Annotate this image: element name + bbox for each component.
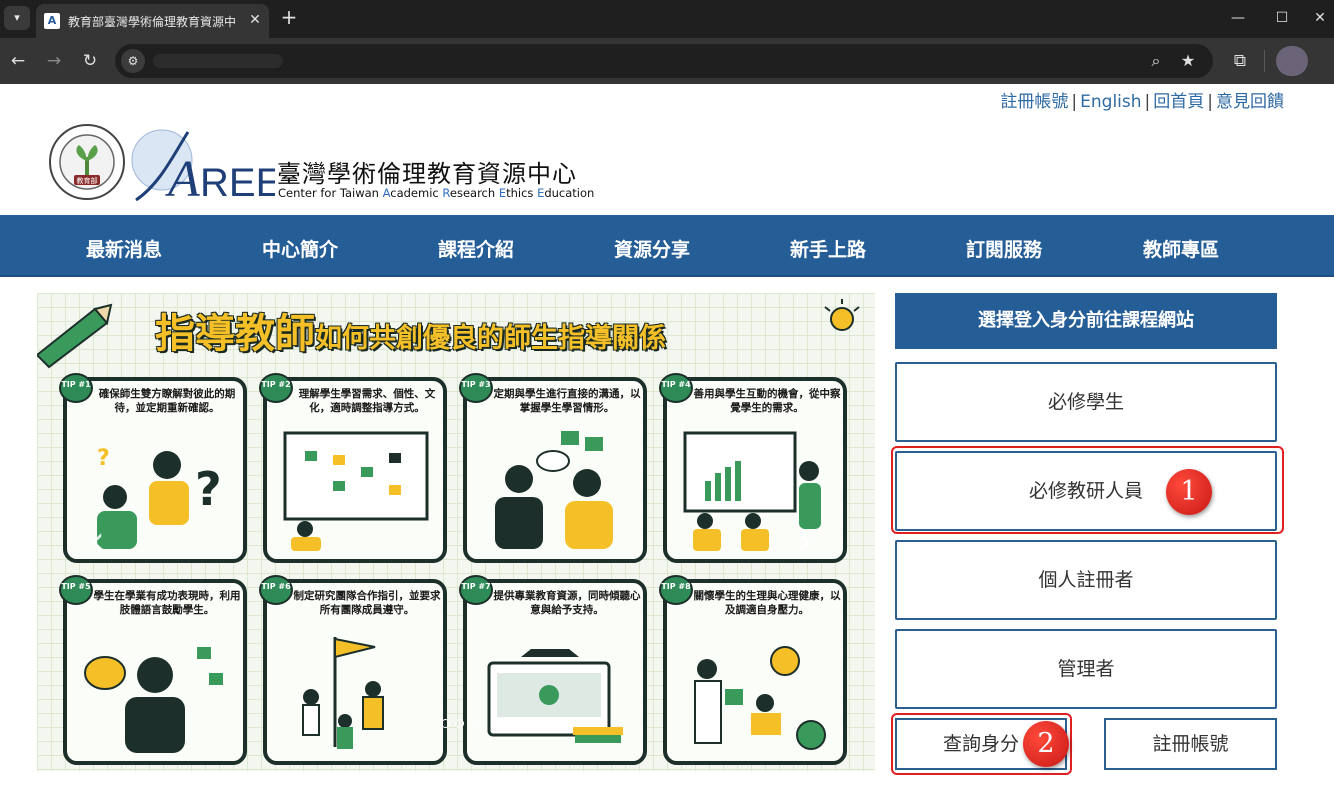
top-links: 註冊帳號 | English | 回首頁 | 意見回饋 [1000, 87, 1284, 112]
tip-text: 提供專業教育資源，同時傾聽心意與給予支持。 [493, 590, 641, 616]
svg-text:REE: REE [200, 161, 275, 204]
minimize-button[interactable]: — [1226, 6, 1250, 30]
site-title: 臺灣學術倫理教育資源中心 [277, 160, 577, 188]
top-link-separator: | [1071, 92, 1078, 112]
ministry-of-education-seal-logo[interactable]: 教育部 [46, 123, 128, 201]
carousel-dot[interactable] [441, 719, 450, 728]
highlight-box-1 [891, 446, 1284, 534]
tab-search-chevron-down-icon[interactable]: ▾ [4, 6, 30, 30]
top-link-home[interactable]: 回首頁 [1153, 92, 1204, 112]
login-role-heading: 選擇登入身分前往課程網站 [895, 293, 1277, 349]
tip-badge: TIP #4 [659, 373, 693, 403]
profile-avatar[interactable] [1276, 46, 1308, 76]
tip-badge: TIP #8 [659, 575, 693, 605]
tip-card: TIP #5 學生在學業有成功表現時，利用肢體語言鼓勵學生。 [59, 575, 247, 765]
browser-toolbar: ← → ↻ ⚙ ⌕ ★ ⧉ [0, 38, 1334, 84]
site-subtitle: Center for Taiwan Academic Research Ethi… [278, 186, 595, 200]
tip-badge: TIP #5 [59, 575, 93, 605]
tip-text: 制定研究團隊合作指引，並要求所有團隊成員遵守。 [293, 590, 441, 616]
tab-title: 教育部臺灣學術倫理教育資源中 [68, 15, 237, 29]
svg-text:?: ? [195, 462, 222, 516]
annotation-badge-2: 2 [1023, 721, 1069, 767]
nav-item-about[interactable]: 中心簡介 [262, 235, 338, 262]
tip-illustration [694, 646, 826, 750]
bookmark-star-icon[interactable]: ★ [1177, 50, 1199, 72]
register-account-button[interactable]: 註冊帳號 [1104, 718, 1277, 770]
zoom-icon[interactable]: ⌕ [1145, 50, 1167, 72]
active-tab[interactable]: A 教育部臺灣學術倫理教育資源中 ✕ [36, 4, 269, 38]
tip-badge: TIP #7 [459, 575, 493, 605]
nav-item-teachers[interactable]: 教師專區 [1143, 235, 1219, 262]
browser-tab-bar: ▾ A 教育部臺灣學術倫理教育資源中 ✕ + — ☐ ✕ [0, 0, 1334, 38]
tip-text: 理解學生學習需求、個性、文化，適時調整指導方式。 [298, 388, 436, 414]
role-button-administrator[interactable]: 管理者 [895, 629, 1277, 709]
tip-illustration [84, 647, 223, 753]
site-favicon-icon: A [44, 13, 60, 29]
top-link-english[interactable]: English [1080, 92, 1141, 112]
pencil-icon [37, 303, 113, 369]
nav-item-courses[interactable]: 課程介紹 [438, 235, 514, 262]
role-button-individual-registrant[interactable]: 個人註冊者 [895, 540, 1277, 620]
banner-title-big: 指導教師 [155, 311, 315, 357]
new-tab-button[interactable]: + [278, 6, 300, 28]
banner-title-small: 如何共創優良的師生指導關係 [315, 323, 666, 354]
site-info-icon[interactable]: ⚙ [121, 49, 145, 73]
tip-card: TIP #8 關懷學生的生理與心理健康，以及調適自身壓力。 [659, 575, 847, 765]
carousel-next-button[interactable]: › [797, 518, 813, 564]
tip-card: TIP #6 制定研究團隊合作指引，並要求所有團隊成員遵守。 [259, 575, 447, 765]
tip-illustration [495, 431, 613, 549]
top-link-register[interactable]: 註冊帳號 [1000, 92, 1068, 112]
tab-close-icon[interactable]: ✕ [246, 11, 264, 29]
tip-illustration [302, 637, 384, 749]
top-link-separator: | [1207, 92, 1213, 112]
tip-illustration [487, 649, 623, 743]
carousel-dot[interactable] [469, 719, 478, 728]
reload-button[interactable]: ↻ [78, 49, 102, 73]
tip-card: TIP #2 理解學生學習需求、個性、文化，適時調整指導方式。 [259, 373, 447, 563]
address-bar[interactable]: ⚙ ⌕ ★ [115, 44, 1213, 78]
top-link-separator: | [1144, 92, 1151, 112]
tip-text: 關懷學生的生理與心理健康，以及調適自身壓力。 [693, 590, 841, 616]
svg-text:A: A [165, 151, 200, 204]
annotation-badge-1: 1 [1166, 469, 1212, 515]
tip-text: 學生在學業有成功表現時，利用肢體語言鼓勵學生。 [93, 590, 241, 616]
carousel-prev-button[interactable]: ‹ [89, 518, 105, 564]
main-navigation: 最新消息 中心簡介 課程介紹 資源分享 新手上路 訂閱服務 教師專區 [0, 215, 1334, 277]
aree-logo[interactable]: A REE [130, 124, 275, 204]
toolbar-divider [1264, 50, 1265, 72]
nav-item-getting-started[interactable]: 新手上路 [790, 235, 866, 262]
tip-text: 定期與學生進行直接的溝通，以掌握學生學習情形。 [493, 388, 641, 414]
nav-item-subscribe[interactable]: 訂閱服務 [966, 235, 1042, 262]
banner-title: 指導教師如何共創優良的師生指導關係 [155, 301, 666, 359]
svg-text:?: ? [97, 446, 110, 471]
maximize-button[interactable]: ☐ [1270, 6, 1294, 30]
nav-item-news[interactable]: 最新消息 [86, 235, 162, 262]
tip-card: TIP #3 定期與學生進行直接的溝通，以掌握學生學習情形。 [459, 373, 647, 563]
extensions-icon[interactable]: ⧉ [1228, 49, 1252, 73]
forward-button[interactable]: → [42, 49, 66, 73]
tip-badge: TIP #2 [259, 373, 293, 403]
tip-badge: TIP #3 [459, 373, 493, 403]
close-window-button[interactable]: ✕ [1308, 6, 1332, 30]
tip-text: 善用與學生互動的機會，從中察覺學生的需求。 [693, 388, 841, 414]
role-button-required-student[interactable]: 必修學生 [895, 362, 1277, 442]
lightbulb-icon [824, 299, 860, 331]
top-link-feedback[interactable]: 意見回饋 [1216, 92, 1284, 112]
nav-item-resources[interactable]: 資源分享 [614, 235, 690, 262]
url-text-blurred [153, 54, 283, 68]
carousel-dot[interactable] [455, 719, 464, 728]
tip-badge: TIP #1 [59, 373, 93, 403]
back-button[interactable]: ← [6, 49, 30, 73]
tip-card: TIP #4 善用與學生互動的機會，從中察覺學生的需求。 [659, 373, 847, 563]
banner-carousel[interactable]: 指導教師如何共創優良的師生指導關係 TIP #1 確保師生雙方瞭解對彼此的期待，… [37, 293, 875, 771]
tip-text: 確保師生雙方瞭解對彼此的期待，並定期重新確認。 [98, 388, 236, 414]
svg-text:教育部: 教育部 [77, 176, 98, 185]
tip-illustration [283, 431, 429, 551]
tip-card: TIP #7 提供專業教育資源，同時傾聽心意與給予支持。 [459, 575, 647, 765]
carousel-indicators [441, 713, 483, 732]
tip-badge: TIP #6 [259, 575, 293, 605]
